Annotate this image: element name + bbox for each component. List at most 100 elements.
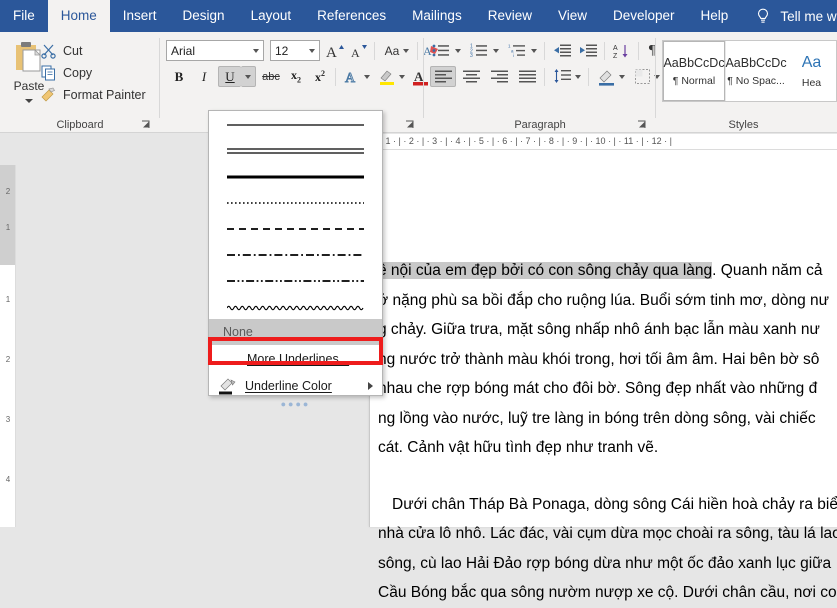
change-case-button[interactable]: Aa (380, 40, 414, 61)
font-name-combo[interactable]: Arial (166, 40, 264, 61)
tell-me-box[interactable]: Tell me what you w (755, 0, 837, 32)
doc-line: nhà cửa lô nhô. Lác đác, vài cụm dừa mọc… (378, 519, 837, 549)
copy-button[interactable]: Copy (40, 62, 92, 83)
document-body[interactable]: ê nội của em đẹp bởi có con sông chảy qu… (378, 256, 837, 608)
menu-expand-grip[interactable]: ●●●● (209, 399, 382, 409)
tab-references[interactable]: References (304, 0, 399, 32)
tab-developer[interactable]: Developer (600, 0, 688, 32)
text-highlight-button[interactable] (375, 66, 407, 87)
style-normal[interactable]: AaBbCcDc ¶ Normal (663, 41, 725, 101)
superscript-button[interactable]: x2 (309, 66, 331, 87)
underline-button[interactable]: U (218, 66, 241, 87)
tab-design[interactable]: Design (170, 0, 238, 32)
strikethrough-button[interactable]: abc (259, 66, 283, 87)
doc-line: g chảy. Giữa trưa, mặt sông nhấp nhô ánh… (378, 315, 837, 345)
lightbulb-icon (755, 7, 771, 25)
paragraph-gap (378, 463, 837, 490)
multilevel-list-button[interactable]: 1 a i (506, 40, 528, 61)
underline-option-dash-dot[interactable] (209, 241, 382, 267)
italic-button[interactable]: I (193, 66, 215, 87)
doc-text-run: ở nặng phù sa bồi đắp cho ruộng lúa. Buổ… (378, 292, 829, 309)
underline-option-none[interactable]: None (209, 319, 382, 345)
chevron-down-icon[interactable] (403, 49, 409, 53)
align-center-button[interactable] (458, 66, 484, 87)
underline-option-dashed[interactable] (209, 215, 382, 241)
chevron-down-icon[interactable] (253, 49, 259, 53)
doc-line: ê nội của em đẹp bởi có con sông chảy qu… (378, 256, 837, 286)
tab-help[interactable]: Help (688, 0, 742, 32)
format-painter-button[interactable]: Format Painter (40, 84, 146, 105)
bullet-list-button[interactable] (430, 40, 452, 61)
underline-option-thick[interactable] (209, 163, 382, 189)
justify-button[interactable] (514, 66, 540, 87)
tab-review[interactable]: Review (475, 0, 545, 32)
shading-button[interactable] (594, 66, 628, 87)
more-underlines-menu-item[interactable]: More Underlines... (209, 345, 382, 372)
styles-group-label: Styles (656, 119, 831, 131)
decrease-indent-button[interactable] (550, 40, 574, 61)
svg-text:A: A (613, 45, 618, 52)
underline-dropdown-button[interactable] (241, 66, 256, 87)
underline-option-dash-dot-dot[interactable] (209, 267, 382, 293)
divider (417, 42, 418, 60)
chevron-down-icon[interactable] (575, 75, 581, 79)
underline-label: U (225, 69, 234, 85)
divider (544, 68, 545, 86)
svg-text:A: A (351, 46, 360, 60)
chevron-down-icon[interactable] (619, 75, 625, 79)
style-no-spacing[interactable]: AaBbCcDc ¶ No Spac... (725, 41, 787, 101)
document-page[interactable]: ê nội của em đẹp bởi có con sông chảy qu… (369, 150, 837, 527)
multilevel-list-dropdown[interactable] (528, 40, 540, 61)
ribbon-tab-bar: File Home Insert Design Layout Reference… (0, 0, 837, 32)
chevron-down-icon[interactable] (399, 75, 405, 79)
align-left-button[interactable] (430, 66, 456, 87)
horizontal-ruler[interactable]: · 1 · | · 2 · | · 3 · | · 4 · | · 5 · | … (370, 134, 837, 150)
tab-view[interactable]: View (545, 0, 600, 32)
sort-az-button[interactable]: A Z (610, 40, 634, 61)
vertical-ruler[interactable]: 2 1 1 2 3 4 (0, 165, 16, 527)
tell-me-label: Tell me what you w (780, 9, 837, 24)
tab-home[interactable]: Home (48, 0, 110, 32)
grow-font-button[interactable]: A (324, 40, 346, 61)
doc-line: sông, cù lao Hải Đảo rợp bóng dừa như mộ… (378, 549, 837, 579)
underline-option-wave[interactable] (209, 293, 382, 319)
font-dialog-launcher[interactable] (404, 118, 416, 130)
cut-button[interactable]: Cut (40, 40, 82, 61)
line-spacing-button[interactable] (550, 66, 584, 87)
bold-button[interactable]: B (168, 66, 190, 87)
align-right-button[interactable] (486, 66, 512, 87)
chevron-down-icon[interactable] (364, 75, 370, 79)
tab-file[interactable]: File (0, 0, 48, 32)
vruler-mark: 1 (0, 223, 16, 232)
copy-label: Copy (63, 66, 92, 80)
clipboard-dialog-launcher[interactable] (140, 118, 152, 130)
chevron-down-icon[interactable] (25, 99, 33, 103)
underline-option-single[interactable] (209, 111, 382, 137)
numbered-list-dropdown[interactable] (490, 40, 502, 61)
bullet-list-dropdown[interactable] (452, 40, 464, 61)
underline-option-dotted[interactable] (209, 189, 382, 215)
vruler-mark: 2 (0, 187, 16, 196)
underline-option-double[interactable] (209, 137, 382, 163)
increase-indent-button[interactable] (576, 40, 600, 61)
tab-layout[interactable]: Layout (238, 0, 305, 32)
divider (544, 42, 545, 60)
underline-color-menu-item[interactable]: Underline Color (209, 372, 382, 399)
tab-insert[interactable]: Insert (110, 0, 170, 32)
styles-gallery[interactable]: AaBbCcDc ¶ Normal AaBbCcDc ¶ No Spac... … (662, 40, 837, 102)
doc-line: ng nước trở thành màu khói trong, hơi tố… (378, 345, 837, 375)
tab-mailings[interactable]: Mailings (399, 0, 475, 32)
underline-styles-menu[interactable]: None More Underlines... Underline Color … (208, 110, 383, 396)
style-heading[interactable]: Aa Hea (787, 41, 836, 101)
doc-line: Cầu Bóng bắc qua sông nườm nượp xe cộ. D… (378, 578, 837, 608)
text-effects-button[interactable]: A (341, 66, 373, 87)
subscript-button[interactable]: x2 (285, 66, 307, 87)
shrink-font-button[interactable]: A (348, 40, 370, 61)
chevron-down-icon[interactable] (309, 49, 315, 53)
font-size-combo[interactable]: 12 (270, 40, 320, 61)
paragraph-dialog-launcher[interactable] (636, 118, 648, 130)
ribbon-group-styles: AaBbCcDc ¶ Normal AaBbCcDc ¶ No Spac... … (656, 32, 837, 133)
svg-text:A: A (345, 71, 356, 85)
divider (604, 42, 605, 60)
numbered-list-button[interactable]: 1 2 3 (468, 40, 490, 61)
